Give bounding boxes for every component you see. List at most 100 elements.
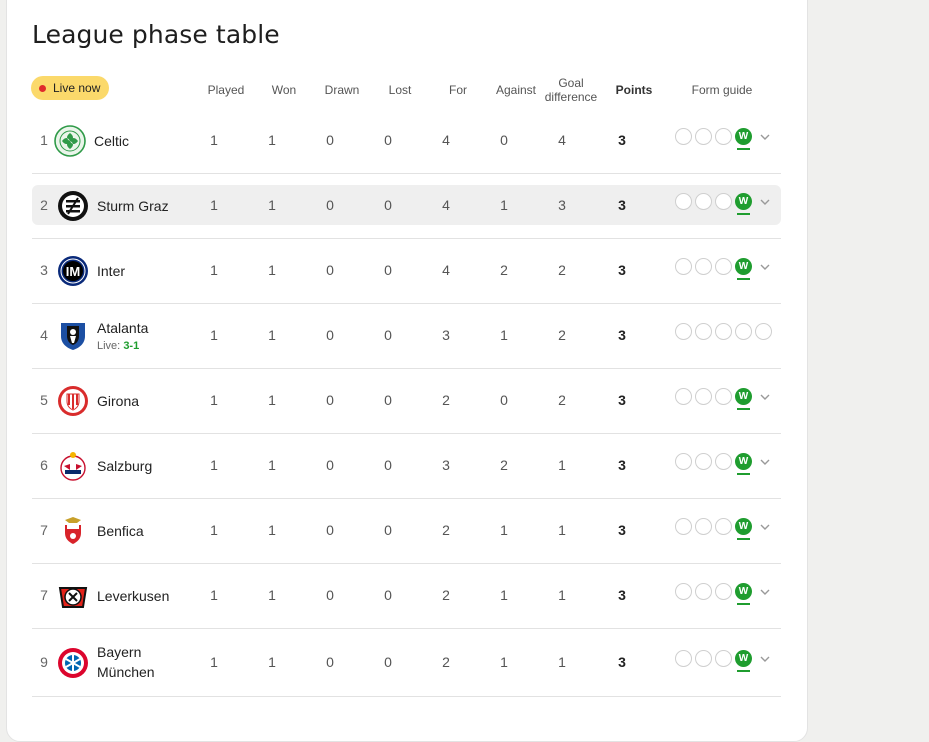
chevron-down-icon[interactable] (759, 520, 771, 532)
cell-for: 2 (442, 392, 450, 408)
header-goal-difference-line2: difference (544, 90, 598, 104)
cell-gd: 2 (558, 327, 566, 343)
cell-against: 0 (500, 392, 508, 408)
cell-drawn: 0 (326, 654, 334, 670)
form-empty-slot (675, 193, 692, 210)
team-rank: 7 (40, 522, 48, 538)
header-drawn: Drawn (324, 83, 360, 97)
cell-lost: 0 (384, 327, 392, 343)
header-for: For (449, 83, 467, 97)
cell-won: 1 (268, 457, 276, 473)
form-empty-slot (675, 518, 692, 535)
cell-for: 3 (442, 327, 450, 343)
cell-drawn: 0 (326, 392, 334, 408)
table-row[interactable]: 5 Girona 1 1 0 0 2 0 2 3 W (32, 370, 781, 432)
team-rank: 6 (40, 457, 48, 473)
team-name[interactable]: Celtic (94, 131, 129, 151)
cell-points: 3 (618, 654, 626, 670)
live-now-label: Live now (53, 81, 101, 95)
table-row[interactable]: 4 Atalanta Live: 3-1 1 1 0 0 3 1 2 3 (32, 305, 781, 367)
live-dot-icon (39, 84, 46, 92)
form-empty-slot (715, 193, 732, 210)
chevron-down-icon[interactable] (759, 130, 771, 142)
cell-for: 2 (442, 587, 450, 603)
form-empty-slot (695, 258, 712, 275)
chevron-down-icon[interactable] (759, 652, 771, 664)
chevron-down-icon[interactable] (759, 390, 771, 402)
form-win-underline (737, 213, 750, 215)
team-name[interactable]: Salzburg (97, 456, 152, 476)
cell-against: 1 (500, 327, 508, 343)
form-empty-slot (675, 453, 692, 470)
cell-points: 3 (618, 587, 626, 603)
chevron-down-icon[interactable] (759, 455, 771, 467)
table-row[interactable]: 7 Leverkusen 1 1 0 0 2 1 1 3 W (32, 565, 781, 627)
cell-lost: 0 (384, 457, 392, 473)
cell-won: 1 (268, 587, 276, 603)
cell-won: 1 (268, 262, 276, 278)
team-name-line1: Bayern (97, 644, 142, 660)
chevron-down-icon[interactable] (759, 260, 771, 272)
cell-for: 4 (442, 262, 450, 278)
header-form-guide: Form guide (691, 83, 753, 97)
cell-lost: 0 (384, 587, 392, 603)
form-empty-slot (715, 258, 732, 275)
team-name[interactable]: Inter (97, 261, 125, 281)
cell-won: 1 (268, 132, 276, 148)
form-empty-slot (715, 128, 732, 145)
cell-drawn: 0 (326, 197, 334, 213)
team-name[interactable]: Atalanta Live: 3-1 (97, 318, 148, 354)
form-win-badge: W (735, 518, 752, 535)
cell-lost: 0 (384, 522, 392, 538)
form-win-badge: W (735, 193, 752, 210)
chevron-down-icon[interactable] (759, 195, 771, 207)
team-rank: 7 (40, 587, 48, 603)
form-empty-slot (695, 518, 712, 535)
table-row[interactable]: 7 Benfica 1 1 0 0 2 1 1 3 W (32, 500, 781, 562)
table-row[interactable]: 1 Celtic 1 1 0 0 4 0 4 3 W (32, 110, 781, 172)
table-row[interactable]: 2 Sturm Graz 1 1 0 0 4 1 3 3 W (32, 185, 781, 225)
live-score: Live: 3-1 (97, 338, 148, 354)
row-separator (32, 563, 781, 564)
team-name[interactable]: Benfica (97, 521, 144, 541)
form-win-underline (737, 670, 750, 672)
form-empty-slot (715, 388, 732, 405)
header-won: Won (271, 83, 297, 97)
chevron-down-icon[interactable] (759, 585, 771, 597)
form-empty-slot (695, 193, 712, 210)
header-played: Played (207, 83, 245, 97)
page-title: League phase table (32, 20, 280, 49)
team-name[interactable]: Girona (97, 391, 139, 411)
table-row[interactable]: 9 Bayern München 1 1 0 0 2 1 1 3 W (32, 630, 781, 696)
leverkusen-crest-icon (57, 580, 89, 612)
team-name[interactable]: Leverkusen (97, 586, 169, 606)
team-rank: 9 (40, 654, 48, 670)
girona-crest-icon (57, 385, 89, 417)
form-empty-slot (695, 128, 712, 145)
svg-text:IM: IM (66, 264, 80, 279)
cell-lost: 0 (384, 197, 392, 213)
team-name[interactable]: Bayern München (97, 642, 155, 682)
sturm-graz-crest-icon (57, 190, 89, 222)
cell-lost: 0 (384, 654, 392, 670)
cell-against: 1 (500, 522, 508, 538)
team-rank: 5 (40, 392, 48, 408)
bayern-crest-icon (57, 647, 89, 679)
cell-points: 3 (618, 392, 626, 408)
cell-for: 4 (442, 132, 450, 148)
team-name[interactable]: Sturm Graz (97, 196, 169, 216)
form-win-underline (737, 148, 750, 150)
cell-drawn: 0 (326, 327, 334, 343)
form-win-badge: W (735, 650, 752, 667)
cell-against: 0 (500, 132, 508, 148)
table-row[interactable]: 6 Salzburg 1 1 0 0 3 2 1 3 W (32, 435, 781, 497)
row-separator (32, 696, 781, 697)
cell-against: 1 (500, 587, 508, 603)
live-score-label: Live: (97, 340, 121, 352)
form-empty-slot (695, 453, 712, 470)
cell-played: 1 (210, 457, 218, 473)
cell-played: 1 (210, 392, 218, 408)
cell-won: 1 (268, 197, 276, 213)
table-row[interactable]: 3 IM Inter 1 1 0 0 4 2 2 3 W (32, 240, 781, 302)
live-now-badge[interactable]: Live now (31, 76, 110, 100)
